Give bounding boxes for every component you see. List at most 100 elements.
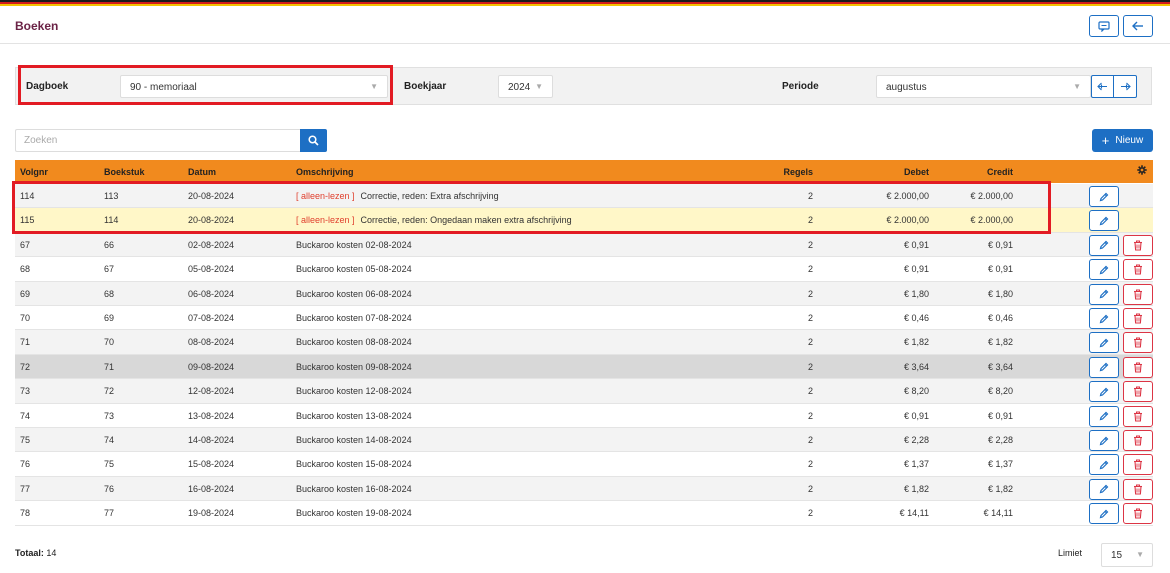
delete-button[interactable] <box>1123 234 1153 256</box>
table-settings-button[interactable] <box>1137 165 1147 177</box>
delete-button[interactable] <box>1123 503 1153 525</box>
edit-button[interactable] <box>1089 332 1119 354</box>
col-debet[interactable]: Debet <box>849 167 929 177</box>
col-credit[interactable]: Credit <box>933 167 1013 177</box>
next-period-button[interactable] <box>1114 75 1137 98</box>
new-button-label: Nieuw <box>1115 135 1144 146</box>
trash-icon <box>1134 484 1142 495</box>
col-boekstuk[interactable]: Boekstuk <box>104 167 145 177</box>
edit-button[interactable] <box>1089 381 1119 403</box>
delete-button[interactable] <box>1123 430 1153 451</box>
cell-credit: € 1,80 <box>987 288 1013 299</box>
plus-icon: + <box>1101 132 1110 148</box>
col-volgnr[interactable]: Volgnr <box>20 167 48 177</box>
table-row[interactable]: 78 77 19-08-2024 Buckaroo kosten 19-08-2024… <box>15 501 1153 526</box>
edit-button[interactable] <box>1089 283 1119 305</box>
edit-button[interactable] <box>1089 356 1119 378</box>
edit-button[interactable] <box>1089 503 1119 525</box>
cell-boekstuk: 69 <box>104 313 115 323</box>
table-row[interactable]: 67 66 02-08-2024 Buckaroo kosten 02-08-2024… <box>15 232 1153 258</box>
table-row[interactable]: 72 71 09-08-2024 Buckaroo kosten 09-08-2024… <box>15 354 1153 380</box>
edit-button[interactable] <box>1089 405 1119 427</box>
prev-period-button[interactable] <box>1091 75 1114 98</box>
omschrijving-text: Buckaroo kosten 07-08-2024 <box>296 313 412 323</box>
omschrijving-text: Buckaroo kosten 15-08-2024 <box>296 459 412 470</box>
delete-button[interactable] <box>1123 454 1153 476</box>
pencil-icon <box>1099 216 1109 226</box>
trash-icon <box>1134 435 1142 446</box>
cell-debet: € 0,91 <box>903 239 929 250</box>
col-datum[interactable]: Datum <box>188 167 216 177</box>
cell-volgnr: 73 <box>20 386 31 397</box>
col-omschrijving[interactable]: Omschrijving <box>296 167 354 177</box>
chevron-down-icon: ▼ <box>535 82 543 91</box>
omschrijving-text: Buckaroo kosten 02-08-2024 <box>296 239 412 250</box>
col-regels[interactable]: Regels <box>735 167 813 177</box>
omschrijving-text: Buckaroo kosten 06-08-2024 <box>296 288 412 299</box>
prev-period-icon <box>1097 82 1107 91</box>
limiet-select[interactable]: 15 ▼ <box>1101 543 1153 567</box>
page-header: Boeken <box>0 6 1170 44</box>
omschrijving-text: Buckaroo kosten 13-08-2024 <box>296 410 412 421</box>
table-row[interactable]: 77 76 16-08-2024 Buckaroo kosten 16-08-2024… <box>15 476 1153 502</box>
table-row[interactable]: 76 75 15-08-2024 Buckaroo kosten 15-08-2024… <box>15 452 1153 477</box>
new-button[interactable]: + Nieuw <box>1092 129 1153 152</box>
edit-button[interactable] <box>1089 186 1119 207</box>
edit-button[interactable] <box>1089 259 1119 281</box>
boekjaar-value: 2024 <box>508 82 531 93</box>
cell-credit: € 0,46 <box>987 313 1013 323</box>
cell-datum: 08-08-2024 <box>188 337 235 348</box>
cell-omschrijving: Buckaroo kosten 09-08-2024 <box>296 362 412 372</box>
cell-regels: 2 <box>807 239 813 250</box>
dagboek-highlight-box <box>18 65 393 105</box>
delete-button[interactable] <box>1123 259 1153 281</box>
cell-debet: € 2,28 <box>903 435 929 445</box>
edit-button[interactable] <box>1089 430 1119 451</box>
table-row[interactable]: 74 73 13-08-2024 Buckaroo kosten 13-08-2024… <box>15 403 1153 428</box>
table-row[interactable]: 75 74 14-08-2024 Buckaroo kosten 14-08-2024… <box>15 428 1153 453</box>
periode-select[interactable]: augustus ▼ <box>876 75 1091 98</box>
cell-omschrijving: Buckaroo kosten 08-08-2024 <box>296 337 412 347</box>
cell-regels: 2 <box>807 386 813 397</box>
delete-button[interactable] <box>1123 332 1153 354</box>
delete-button[interactable] <box>1123 405 1153 427</box>
cell-volgnr: 71 <box>20 337 31 348</box>
comment-button[interactable] <box>1089 15 1119 37</box>
cell-credit: € 3,64 <box>987 361 1013 372</box>
delete-button[interactable] <box>1123 356 1153 378</box>
delete-button[interactable] <box>1123 478 1153 500</box>
delete-button[interactable] <box>1123 381 1153 403</box>
omschrijving-text: Buckaroo kosten 12-08-2024 <box>296 386 412 397</box>
cell-boekstuk: 74 <box>104 435 115 445</box>
table-row[interactable]: 73 72 12-08-2024 Buckaroo kosten 12-08-2024… <box>15 379 1153 404</box>
pencil-icon <box>1099 192 1109 201</box>
table-row[interactable]: 70 69 07-08-2024 Buckaroo kosten 07-08-2024… <box>15 306 1153 331</box>
cell-datum: 12-08-2024 <box>188 386 235 397</box>
edit-button[interactable] <box>1089 308 1119 329</box>
cell-omschrijving: Buckaroo kosten 19-08-2024 <box>296 508 412 518</box>
table-row[interactable]: 69 68 06-08-2024 Buckaroo kosten 06-08-2024… <box>15 281 1153 306</box>
back-button[interactable] <box>1123 15 1153 37</box>
table-row[interactable]: 68 67 05-08-2024 Buckaroo kosten 05-08-2024… <box>15 257 1153 282</box>
edit-button[interactable] <box>1089 234 1119 256</box>
edit-button[interactable] <box>1089 210 1119 232</box>
search-input[interactable] <box>15 129 300 152</box>
pencil-icon <box>1099 240 1109 250</box>
periode-label: Periode <box>782 81 819 92</box>
edit-button[interactable] <box>1089 454 1119 476</box>
pencil-icon <box>1099 484 1109 494</box>
delete-button[interactable] <box>1123 283 1153 305</box>
search-button[interactable] <box>300 129 327 152</box>
table-row[interactable]: 71 70 08-08-2024 Buckaroo kosten 08-08-2024… <box>15 330 1153 355</box>
page-title: Boeken <box>15 19 59 33</box>
total-count: Totaal: 14 <box>15 548 56 558</box>
edit-button[interactable] <box>1089 478 1119 500</box>
cell-volgnr: 70 <box>20 313 31 323</box>
cell-debet: € 14,11 <box>899 508 929 519</box>
pencil-icon <box>1099 387 1109 397</box>
cell-datum: 07-08-2024 <box>188 313 235 323</box>
readonly-rows-highlight-box <box>12 181 1051 234</box>
delete-button[interactable] <box>1123 308 1153 329</box>
cell-boekstuk: 77 <box>104 508 115 519</box>
boekjaar-select[interactable]: 2024 ▼ <box>498 75 553 98</box>
